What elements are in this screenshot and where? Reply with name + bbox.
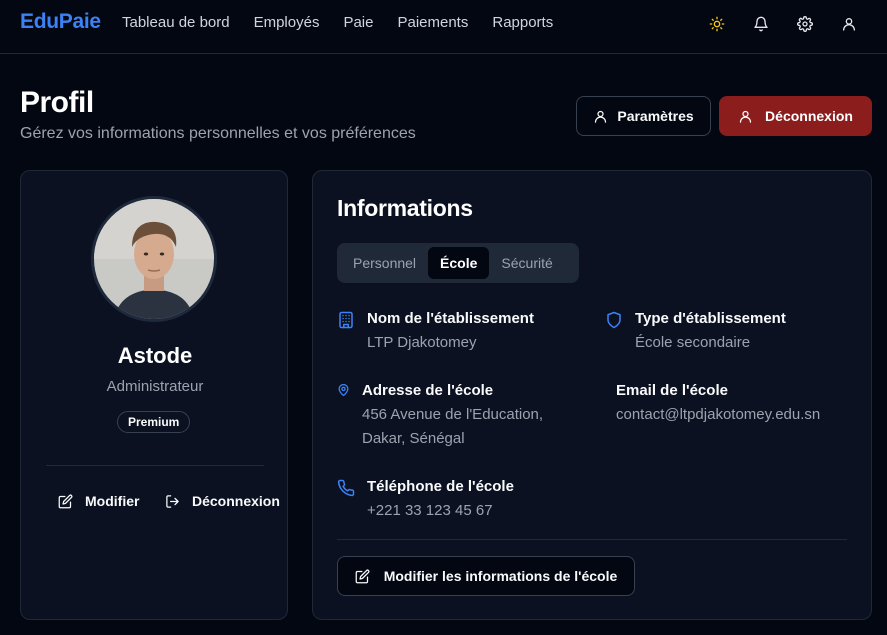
field-value-line1: 456 Avenue de l'Education, (362, 406, 544, 423)
divider (46, 465, 264, 466)
avatar[interactable] (91, 196, 217, 322)
logout-button-label: Déconnexion (765, 108, 853, 124)
phone-icon (337, 479, 355, 497)
field-label: Type d'établissement (635, 310, 786, 327)
field-label: Email de l'école (616, 382, 728, 399)
nav-link-payments[interactable]: Paiements (397, 14, 468, 31)
premium-badge: Premium (117, 411, 191, 433)
info-title: Informations (337, 195, 473, 221)
building-icon (337, 311, 355, 329)
profile-logout-label: Déconnexion (192, 493, 280, 509)
user-icon (738, 109, 753, 124)
field-value: LTP Djakotomey (367, 334, 477, 351)
user-name: Astode (117, 343, 193, 368)
field-school-email: Email de l'école contact@ltpdjakotomey.e… (616, 381, 820, 427)
info-tabs: Personnel École Sécurité (337, 243, 579, 283)
nav-link-reports[interactable]: Rapports (492, 14, 553, 31)
divider (337, 539, 847, 540)
field-value-line2: Dakar, Sénégal (362, 430, 465, 447)
edit-school-info-button[interactable]: Modifier les informations de l'école (337, 556, 635, 596)
user-icon[interactable] (837, 12, 861, 36)
field-value: +221 33 123 45 67 (367, 502, 493, 519)
nav-icon-group (705, 12, 861, 36)
profile-card: Astode Administrateur Premium Modifier D… (20, 170, 288, 620)
logout-button[interactable]: Déconnexion (719, 96, 872, 136)
settings-button[interactable]: Paramètres (576, 96, 711, 136)
page-subtitle: Gérez vos informations personnelles et v… (20, 125, 416, 142)
info-card: Informations Personnel École Sécurité No… (312, 170, 872, 620)
user-role: Administrateur (106, 378, 204, 395)
log-out-icon (165, 494, 180, 509)
brand-logo[interactable]: EduPaie (20, 10, 101, 34)
tab-personnel[interactable]: Personnel (341, 247, 428, 279)
field-value: contact@ltpdjakotomey.edu.sn (616, 406, 821, 423)
tab-securite[interactable]: Sécurité (489, 247, 564, 279)
shield-icon (605, 311, 623, 329)
field-value: École secondaire (635, 334, 751, 351)
nav-link-payroll[interactable]: Paie (343, 14, 373, 31)
edit-profile-button[interactable]: Modifier (58, 489, 139, 513)
edit-icon (355, 569, 370, 584)
sun-icon[interactable] (705, 12, 729, 36)
nav-link-dashboard[interactable]: Tableau de bord (122, 14, 230, 31)
top-navbar: EduPaie Tableau de bord Employés Paie Pa… (0, 0, 887, 54)
tab-ecole[interactable]: École (428, 247, 490, 279)
gear-icon[interactable] (793, 12, 817, 36)
field-school-type: Type d'établissement École secondaire (605, 309, 786, 355)
field-school-phone: Téléphone de l'école +221 33 123 45 67 (337, 477, 514, 523)
nav-link-employees[interactable]: Employés (254, 14, 320, 31)
edit-icon (58, 494, 73, 509)
map-pin-icon (337, 383, 350, 401)
field-school-address: Adresse de l'école 456 Avenue de l'Educa… (337, 381, 543, 451)
settings-button-label: Paramètres (617, 108, 694, 124)
field-school-name: Nom de l'établissement LTP Djakotomey (337, 309, 534, 355)
profile-logout-button[interactable]: Déconnexion (165, 489, 280, 513)
page-title: Profil (20, 86, 94, 119)
edit-profile-label: Modifier (85, 493, 140, 509)
nav-links: Tableau de bord Employés Paie Paiements … (122, 14, 553, 31)
field-label: Nom de l'établissement (367, 310, 534, 327)
field-label: Téléphone de l'école (367, 478, 514, 495)
user-icon (593, 109, 608, 124)
field-label: Adresse de l'école (362, 382, 494, 399)
edit-school-info-label: Modifier les informations de l'école (383, 568, 618, 584)
bell-icon[interactable] (749, 12, 773, 36)
